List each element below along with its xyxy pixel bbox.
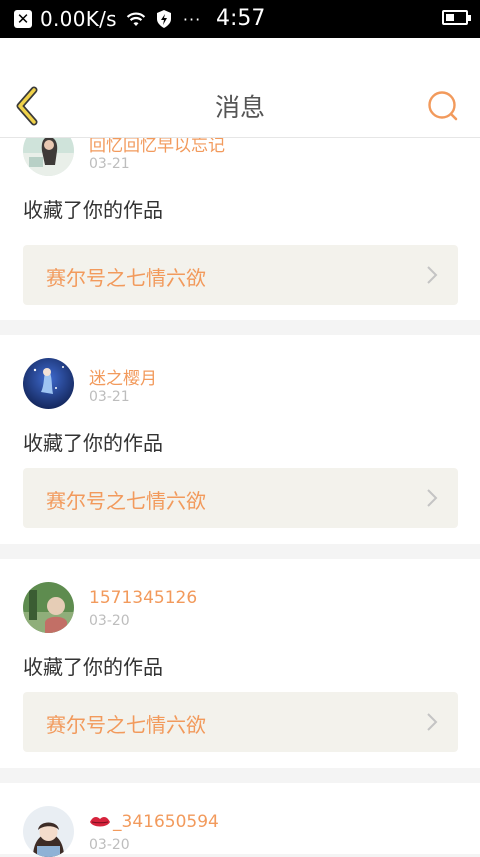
page-title: 消息 xyxy=(214,93,265,122)
date: 03-20 xyxy=(89,613,130,629)
date: 03-20 xyxy=(89,837,130,853)
more-notifications-icon: ··· xyxy=(182,9,202,29)
action-text: 收藏了你的作品 xyxy=(23,431,163,455)
action-text: 收藏了你的作品 xyxy=(23,198,163,222)
work-link[interactable]: 赛尔号之七情六欲 xyxy=(23,692,458,752)
message-card: 回忆回忆早以忘记 03-21 收藏了你的作品 赛尔号之七情六欲 xyxy=(0,125,480,320)
message-card: 1571345126 03-20 收藏了你的作品 赛尔号之七情六欲 xyxy=(0,559,480,768)
work-title: 赛尔号之七情六欲 xyxy=(46,489,206,513)
username[interactable]: 迷之樱月 xyxy=(89,364,157,389)
username-text: _341650594 xyxy=(113,812,219,832)
username[interactable]: 1571345126 xyxy=(89,588,197,608)
lips-emoji-icon xyxy=(90,817,110,827)
clock: 4:57 xyxy=(216,6,266,31)
avatar[interactable] xyxy=(23,358,74,409)
app-header: 消息 xyxy=(0,38,480,138)
work-title: 赛尔号之七情六欲 xyxy=(46,713,206,737)
message-card: 迷之樱月 03-21 收藏了你的作品 赛尔号之七情六欲 xyxy=(0,335,480,544)
shield-bolt-icon xyxy=(155,9,173,29)
chevron-right-icon xyxy=(427,713,438,731)
status-bar: ✕ 0.00K/s ··· 4:57 xyxy=(0,0,480,38)
chevron-right-icon xyxy=(427,489,438,507)
search-button[interactable] xyxy=(426,89,460,123)
avatar[interactable] xyxy=(23,582,74,633)
action-text: 收藏了你的作品 xyxy=(23,655,163,679)
date: 03-21 xyxy=(89,156,130,172)
battery-icon xyxy=(442,10,471,25)
work-link[interactable]: 赛尔号之七情六欲 xyxy=(23,245,458,305)
network-speed: 0.00K/s xyxy=(40,7,117,31)
date: 03-21 xyxy=(89,389,130,405)
close-notification-icon: ✕ xyxy=(14,10,32,28)
username[interactable]: _341650594 xyxy=(89,812,219,832)
message-card: _341650594 03-20 xyxy=(0,783,480,857)
avatar[interactable] xyxy=(23,806,74,857)
search-icon xyxy=(428,91,458,121)
chevron-right-icon xyxy=(427,266,438,284)
work-link[interactable]: 赛尔号之七情六欲 xyxy=(23,468,458,528)
work-title: 赛尔号之七情六欲 xyxy=(46,266,206,290)
wifi-icon xyxy=(125,10,147,28)
